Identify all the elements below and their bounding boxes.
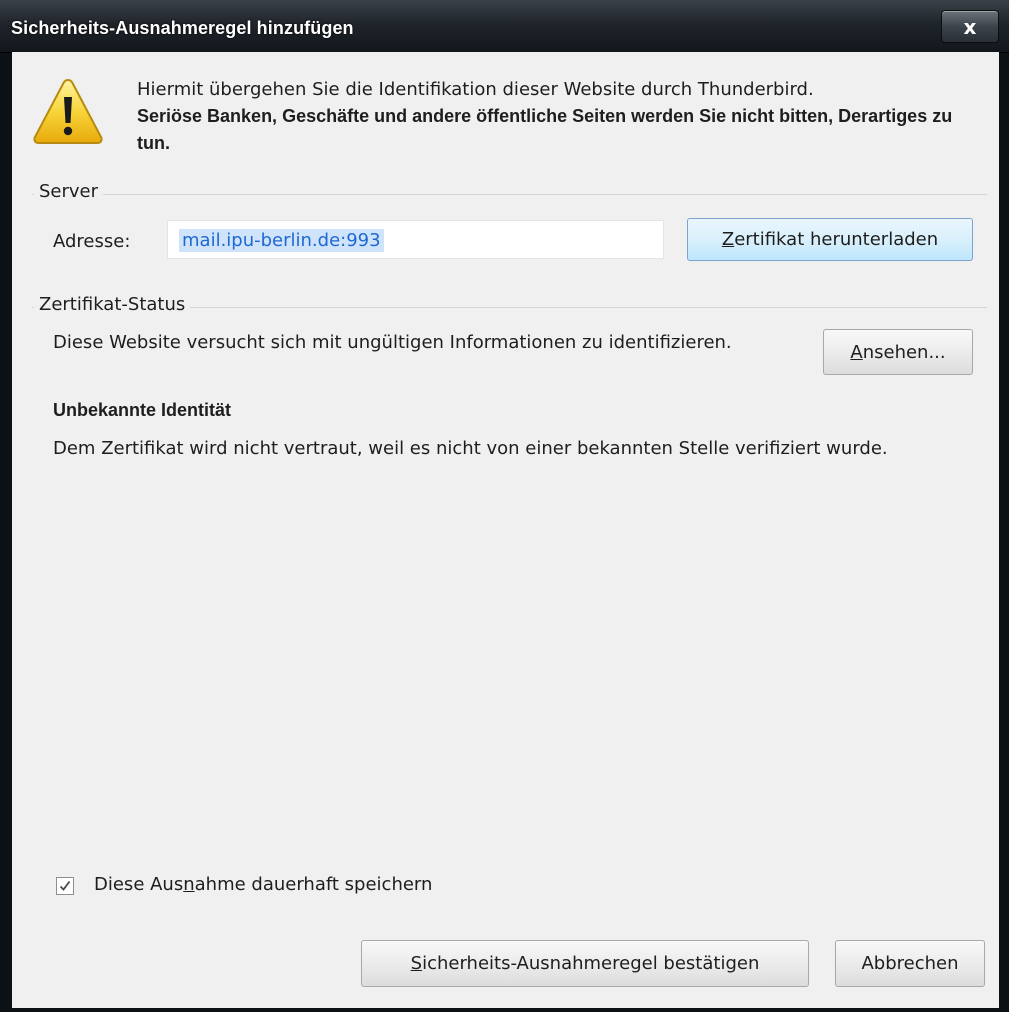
address-input[interactable]: mail.ipu-berlin.de:993 [167, 220, 664, 259]
intro-line: Hiermit übergehen Sie die Identifikation… [137, 79, 814, 100]
dialog-content: Hiermit übergehen Sie die Identifikation… [12, 52, 999, 1008]
intro-text: Hiermit übergehen Sie die Identifikation… [137, 76, 987, 157]
confirm-exception-button[interactable]: Sicherheits-Ausnahmeregel bestätigen [361, 940, 809, 987]
permanent-checkbox-label[interactable]: Diese Ausnahme dauerhaft speichern [94, 874, 432, 895]
download-button-accel: Z [721, 229, 735, 250]
view-certificate-button[interactable]: Ansehen... [823, 329, 973, 375]
address-value: mail.ipu-berlin.de:993 [179, 229, 384, 252]
view-button-accel: A [850, 341, 863, 363]
status-heading: Unbekannte Identität [53, 400, 232, 420]
server-group-line [32, 194, 987, 195]
status-description: Diese Website versucht sich mit ungültig… [53, 332, 732, 353]
dialog-title: Sicherheits-Ausnahmeregel hinzufügen [11, 18, 354, 38]
download-certificate-button[interactable]: Zertifikat herunterladen [687, 218, 973, 261]
checkmark-icon [59, 880, 71, 891]
confirm-button-accel: S [410, 953, 423, 974]
permanent-label-accel: n [183, 874, 195, 895]
cancel-button[interactable]: Abbrechen [835, 940, 985, 987]
dialog-window: Sicherheits-Ausnahmeregel hinzufügen x H… [0, 0, 1009, 1012]
server-legend: Server [34, 181, 104, 202]
permanent-label-post: ahme dauerhaft speichern [194, 874, 433, 895]
title-bar[interactable]: Sicherheits-Ausnahmeregel hinzufügen x [0, 0, 1009, 53]
status-detail: Dem Zertifikat wird nicht vertraut, weil… [53, 438, 888, 459]
permanent-checkbox[interactable] [56, 877, 74, 895]
status-legend: Zertifikat-Status [34, 294, 191, 315]
intro-warning: Seriöse Banken, Geschäfte und andere öff… [137, 106, 953, 153]
download-button-label: ertifikat herunterladen [734, 229, 939, 250]
warning-triangle-icon [33, 78, 103, 144]
confirm-button-label: icherheits-Ausnahmeregel bestätigen [422, 953, 760, 974]
view-button-label: nsehen... [862, 341, 946, 363]
permanent-label-pre: Diese Aus [94, 874, 184, 895]
address-label: Adresse: [53, 231, 131, 252]
close-icon: x [963, 14, 977, 39]
close-button[interactable]: x [941, 10, 999, 43]
